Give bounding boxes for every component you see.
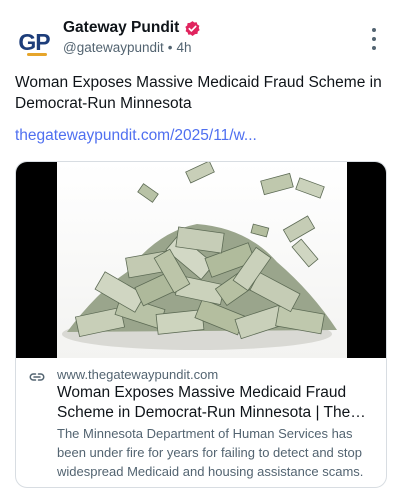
card-description: The Minnesota Department of Human Servic… bbox=[57, 426, 364, 479]
card-title[interactable]: Woman Exposes Massive Medicaid Fraud Sch… bbox=[57, 383, 377, 423]
separator-dot: • bbox=[167, 40, 173, 55]
card-domain: www.thegatewaypundit.com bbox=[57, 367, 219, 382]
display-name[interactable]: Gateway Pundit bbox=[63, 19, 179, 37]
handle-row: @gatewaypundit • 4h bbox=[63, 40, 362, 55]
card-meta: www.thegatewaypundit.com Woman Exposes M… bbox=[16, 358, 386, 487]
link-preview-card[interactable]: www.thegatewaypundit.com Woman Exposes M… bbox=[15, 161, 387, 488]
name-row: Gateway Pundit bbox=[63, 18, 362, 38]
post: GP Gateway Pundit @gatewaypundit • 4h Wo… bbox=[0, 0, 402, 500]
verified-badge-icon bbox=[184, 20, 201, 37]
timestamp[interactable]: 4h bbox=[177, 40, 192, 55]
post-link[interactable]: thegatewaypundit.com/2025/11/w... bbox=[15, 127, 257, 145]
card-image bbox=[16, 162, 386, 358]
more-vertical-icon[interactable] bbox=[364, 28, 384, 50]
post-text: Woman Exposes Massive Medicaid Fraud Sch… bbox=[15, 74, 382, 112]
handle[interactable]: @gatewaypundit bbox=[63, 40, 164, 55]
avatar-logo-text: GP bbox=[18, 28, 50, 55]
avatar-logo-swoosh bbox=[27, 53, 47, 56]
link-icon bbox=[28, 368, 46, 386]
avatar[interactable]: GP bbox=[14, 22, 54, 62]
money-pile-image bbox=[57, 162, 347, 358]
post-header: Gateway Pundit @gatewaypundit • 4h bbox=[63, 18, 362, 55]
